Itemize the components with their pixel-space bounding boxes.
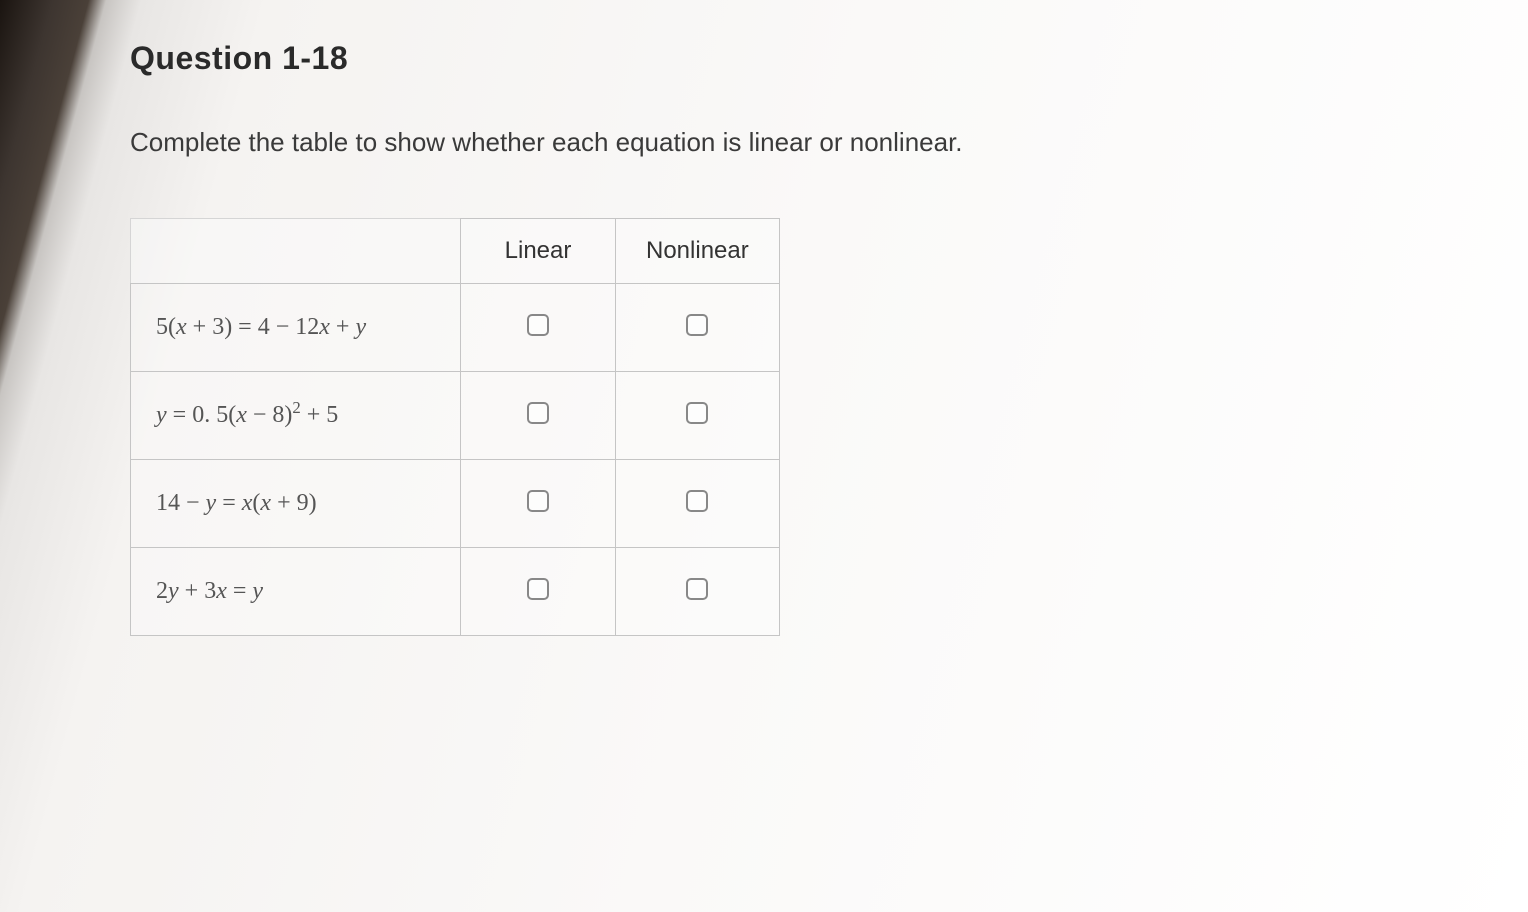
table-header-row: Linear Nonlinear — [131, 219, 780, 284]
header-linear: Linear — [461, 219, 616, 284]
checkbox-cell-linear — [461, 284, 616, 372]
question-container: Question 1-18 Complete the table to show… — [0, 0, 1528, 636]
checkbox-linear-row1[interactable] — [527, 314, 549, 336]
checkbox-linear-row2[interactable] — [527, 402, 549, 424]
header-nonlinear: Nonlinear — [616, 219, 780, 284]
checkbox-cell-nonlinear — [616, 548, 780, 636]
checkbox-linear-row3[interactable] — [527, 490, 549, 512]
checkbox-cell-linear — [461, 460, 616, 548]
checkbox-nonlinear-row2[interactable] — [686, 402, 708, 424]
equation-cell: 5(x + 3) = 4 − 12x + y — [131, 284, 461, 372]
checkbox-cell-nonlinear — [616, 460, 780, 548]
checkbox-nonlinear-row3[interactable] — [686, 490, 708, 512]
answer-table: Linear Nonlinear 5(x + 3) = 4 − 12x + y … — [130, 218, 780, 636]
checkbox-cell-nonlinear — [616, 284, 780, 372]
checkbox-nonlinear-row4[interactable] — [686, 578, 708, 600]
equation-cell: y = 0. 5(x − 8)2 + 5 — [131, 372, 461, 460]
equation-cell: 14 − y = x(x + 9) — [131, 460, 461, 548]
header-empty — [131, 219, 461, 284]
table-row: 2y + 3x = y — [131, 548, 780, 636]
table-row: y = 0. 5(x − 8)2 + 5 — [131, 372, 780, 460]
equation-cell: 2y + 3x = y — [131, 548, 461, 636]
checkbox-linear-row4[interactable] — [527, 578, 549, 600]
checkbox-cell-linear — [461, 548, 616, 636]
question-title: Question 1-18 — [130, 40, 1528, 77]
question-instruction: Complete the table to show whether each … — [130, 127, 1528, 158]
checkbox-cell-nonlinear — [616, 372, 780, 460]
table-row: 5(x + 3) = 4 − 12x + y — [131, 284, 780, 372]
checkbox-nonlinear-row1[interactable] — [686, 314, 708, 336]
checkbox-cell-linear — [461, 372, 616, 460]
table-row: 14 − y = x(x + 9) — [131, 460, 780, 548]
